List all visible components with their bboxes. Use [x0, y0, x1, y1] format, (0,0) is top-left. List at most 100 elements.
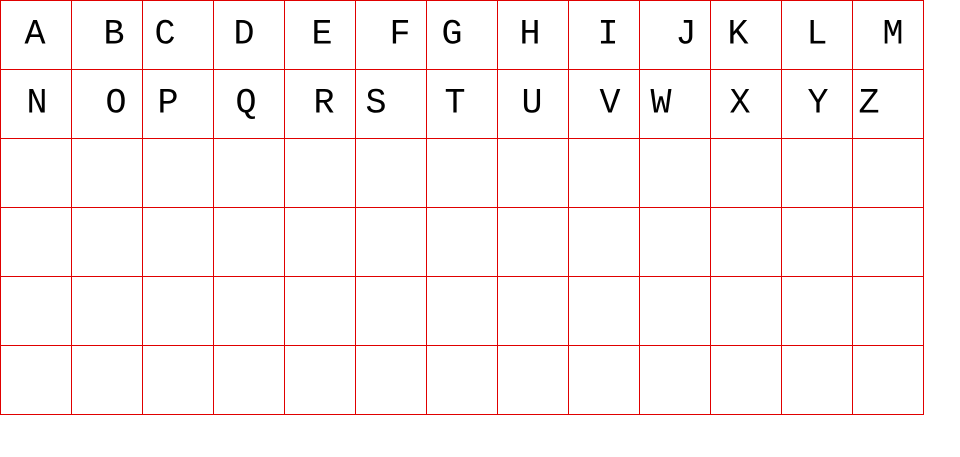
grid-cell [0, 276, 71, 345]
grid-letter: I [597, 14, 619, 54]
grid-cell [426, 138, 497, 207]
grid-cell: K [710, 0, 781, 69]
grid-cell [852, 138, 923, 207]
grid-cell [852, 345, 923, 414]
grid-cell [71, 276, 142, 345]
grid-cell [284, 276, 355, 345]
grid-cell [0, 138, 71, 207]
grid-cell [142, 276, 213, 345]
grid-cell [426, 276, 497, 345]
grid-cell [781, 207, 852, 276]
grid-letter: W [650, 83, 672, 123]
grid-cell [355, 207, 426, 276]
grid-cell: Z [852, 69, 923, 138]
grid-cell [71, 138, 142, 207]
grid-cell: B [71, 0, 142, 69]
grid-cell [781, 138, 852, 207]
grid-cell [639, 345, 710, 414]
grid-letter: V [599, 83, 621, 123]
grid-line-horizontal [0, 345, 924, 346]
grid-cell [710, 138, 781, 207]
grid-cell [497, 207, 568, 276]
grid-cell [568, 345, 639, 414]
grid-cell: V [568, 69, 639, 138]
grid-line-horizontal [0, 414, 924, 415]
grid-letter: H [519, 14, 541, 54]
grid-cell [0, 207, 71, 276]
grid-cell [639, 207, 710, 276]
grid-cell [497, 276, 568, 345]
grid-cell: U [497, 69, 568, 138]
grid-letter: L [806, 14, 828, 54]
grid-letter: E [311, 14, 333, 54]
grid-line-horizontal [0, 276, 924, 277]
grid-cell [426, 207, 497, 276]
grid-letter: J [675, 14, 697, 54]
grid-letter: A [24, 14, 46, 54]
grid-cell: M [852, 0, 923, 69]
grid-letter: X [729, 83, 751, 123]
grid-letter: O [105, 83, 127, 123]
grid-cell [497, 345, 568, 414]
grid-cell [213, 345, 284, 414]
grid-letter: Y [807, 83, 829, 123]
grid-cell [355, 345, 426, 414]
grid-cell [284, 138, 355, 207]
grid-letter: U [521, 83, 543, 123]
grid-cell [639, 276, 710, 345]
grid-cell: C [142, 0, 213, 69]
grid-cell [355, 138, 426, 207]
grid-cell [639, 138, 710, 207]
grid-letter: K [727, 14, 749, 54]
grid-cell [142, 207, 213, 276]
grid-cell [568, 276, 639, 345]
grid-cell [852, 207, 923, 276]
grid-cell [710, 345, 781, 414]
grid-cell: T [426, 69, 497, 138]
grid-cell: D [213, 0, 284, 69]
grid-cell [355, 276, 426, 345]
grid-cell [284, 345, 355, 414]
grid-cell: P [142, 69, 213, 138]
grid-cell [0, 345, 71, 414]
grid-cell [284, 207, 355, 276]
grid-cell [213, 207, 284, 276]
grid-letter: C [154, 14, 176, 54]
grid-cell: A [0, 0, 71, 69]
grid-cell: Q [213, 69, 284, 138]
grid-cell: H [497, 0, 568, 69]
grid-cell [710, 276, 781, 345]
grid-letter: R [313, 83, 335, 123]
letter-grid: A BC D E FG H I JK L M N OP Q RS T U VW X YZ [0, 0, 924, 415]
grid-cell: E [284, 0, 355, 69]
grid-line-horizontal [0, 207, 924, 208]
grid-letter: N [26, 83, 48, 123]
grid-cell [781, 345, 852, 414]
grid-cell [781, 276, 852, 345]
grid-cell: W [639, 69, 710, 138]
grid-cell [497, 138, 568, 207]
grid-cell [213, 138, 284, 207]
grid-letter: M [882, 14, 904, 54]
grid-cell [568, 138, 639, 207]
grid-cell: X [710, 69, 781, 138]
grid-cell: Y [781, 69, 852, 138]
grid-cell: J [639, 0, 710, 69]
grid-letter: D [233, 14, 255, 54]
grid-cell: I [568, 0, 639, 69]
grid-cell [213, 276, 284, 345]
grid-letter: B [103, 14, 125, 54]
grid-letter: F [389, 14, 411, 54]
grid-cell: L [781, 0, 852, 69]
grid-letter: Z [858, 83, 880, 123]
grid-letter: S [365, 83, 387, 123]
grid-cell: O [71, 69, 142, 138]
grid-cell [142, 345, 213, 414]
grid-letter: G [441, 14, 463, 54]
grid-cell [142, 138, 213, 207]
grid-cell: N [0, 69, 71, 138]
grid-cell [710, 207, 781, 276]
grid-letter: P [157, 83, 179, 123]
grid-cell [426, 345, 497, 414]
grid-cell: G [426, 0, 497, 69]
